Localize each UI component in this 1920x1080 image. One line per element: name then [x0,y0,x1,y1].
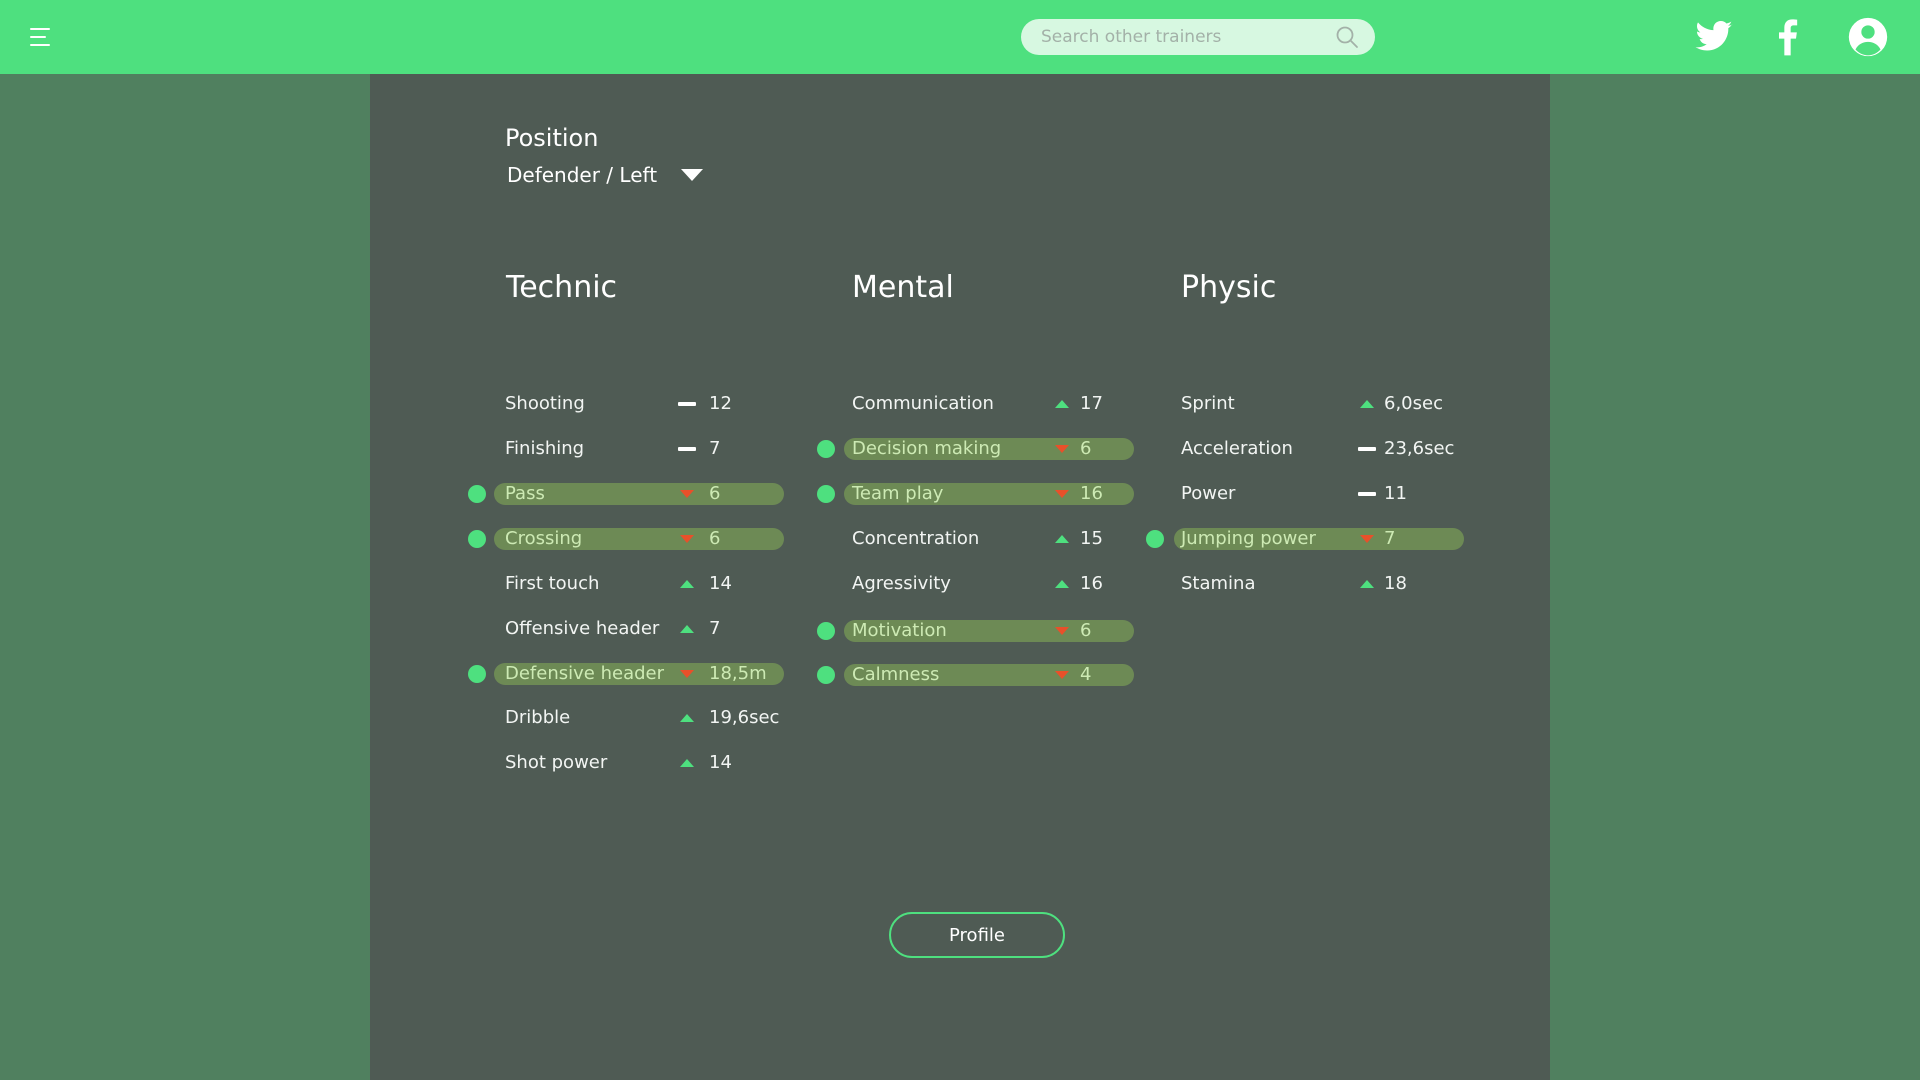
stat-name: Sprint [1181,393,1235,414]
stat-value: 4 [1080,664,1092,685]
arrow-down-icon [1055,627,1069,635]
arrow-up-icon [1360,400,1374,408]
stat-row-jumping-power[interactable]: Jumping power 7 [370,527,1550,551]
mental-heading: Mental [852,270,954,305]
facebook-icon[interactable] [1768,17,1808,57]
stat-value: 7 [1384,528,1396,549]
arrow-up-icon [1360,580,1374,588]
search-bar [1021,19,1375,55]
position-label: Position [505,124,599,152]
search-icon[interactable] [1335,25,1359,49]
stat-value: 14 [709,752,732,773]
stat-row-calmness[interactable]: Calmness 4 [370,663,1550,687]
stat-row-shot-power[interactable]: Shot power 14 [370,751,1550,775]
position-value: Defender / Left [507,163,658,187]
stat-row-motivation[interactable]: Motivation 6 [370,619,1550,643]
stat-name: Calmness [852,664,940,685]
top-bar [0,0,1920,74]
dash-icon [1358,447,1376,451]
stat-name: Power [1181,483,1236,504]
stat-name: Motivation [852,620,947,641]
stat-row-sprint[interactable]: Sprint 6,0sec [370,392,1550,416]
stat-value: 11 [1384,483,1407,504]
stat-value: 23,6sec [1384,438,1455,459]
search-input[interactable] [1041,19,1331,55]
chevron-down-icon [681,169,704,181]
technic-heading: Technic [506,270,618,305]
arrow-up-icon [680,714,694,722]
position-dropdown[interactable]: Defender / Left [507,160,704,190]
stat-value: 6 [1080,620,1092,641]
stat-row-power[interactable]: Power 11 [370,482,1550,506]
alert-dot-icon [817,622,835,640]
stat-name: Acceleration [1181,438,1293,459]
stat-value: 19,6sec [709,707,780,728]
stats-panel: Position Defender / Left Technic Mental … [370,74,1550,1080]
stat-value: 6,0sec [1384,393,1443,414]
stat-name: Stamina [1181,573,1256,594]
stat-row-acceleration[interactable]: Acceleration 23,6sec [370,437,1550,461]
stat-name: Jumping power [1181,528,1316,549]
twitter-icon[interactable] [1694,17,1734,57]
user-account-icon[interactable] [1848,17,1888,57]
arrow-down-icon [1360,535,1374,543]
profile-button[interactable]: Profile [889,912,1065,958]
alert-dot-icon [817,666,835,684]
physic-heading: Physic [1181,270,1277,305]
stat-name: Shot power [505,752,608,773]
stat-row-dribble[interactable]: Dribble 19,6sec [370,706,1550,730]
stat-name: Dribble [505,707,571,728]
arrow-down-icon [1055,671,1069,679]
stat-value: 18 [1384,573,1407,594]
stat-row-stamina[interactable]: Stamina 18 [370,572,1550,596]
alert-dot-icon [1146,530,1164,548]
dash-icon [1358,492,1376,496]
menu-icon[interactable] [30,26,54,50]
arrow-up-icon [680,759,694,767]
